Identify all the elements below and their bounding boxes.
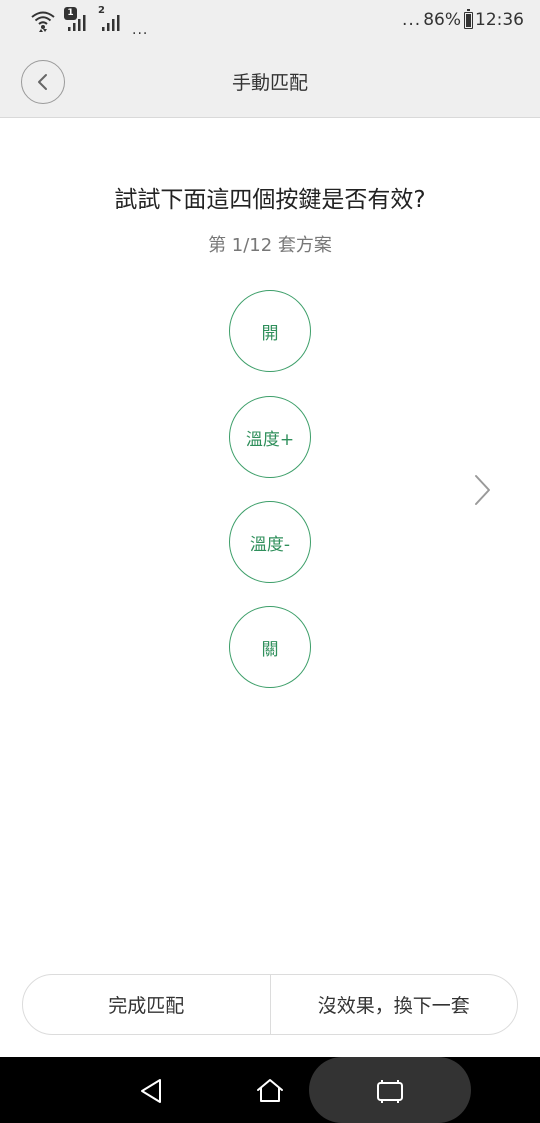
signal-sim1-icon: 1 <box>64 7 90 34</box>
next-set-button[interactable]: 沒效果，換下一套 <box>271 975 518 1034</box>
wifi-icon <box>30 8 56 34</box>
clock: 12:36 <box>475 10 524 30</box>
recents-icon <box>377 1080 403 1103</box>
nav-back-button[interactable] <box>136 1074 170 1108</box>
header: 手動匹配 <box>0 44 540 118</box>
status-bar: 1 2 ... ... 86% 12:36 <box>0 0 540 44</box>
key-temp-up[interactable]: 溫度+ <box>229 396 311 478</box>
signal-sim2-icon: 2 <box>98 5 124 34</box>
key-temp-down[interactable]: 溫度- <box>229 501 311 583</box>
battery-icon <box>464 8 473 29</box>
key-power-off[interactable]: 關 <box>229 606 311 688</box>
scheme-counter: 第 1/12 套方案 <box>208 235 332 256</box>
status-right: ... 86% 12:36 <box>401 8 524 30</box>
triangle-back-icon <box>141 1079 161 1103</box>
nav-home-button[interactable] <box>253 1074 287 1108</box>
notification-dots: ... <box>132 22 149 38</box>
next-scheme-button[interactable] <box>470 472 494 508</box>
bottom-action-bar: 完成匹配 沒效果，換下一套 <box>22 974 518 1035</box>
sim1-badge: 1 <box>64 7 77 20</box>
nav-recents-button[interactable] <box>373 1074 407 1108</box>
done-match-button[interactable]: 完成匹配 <box>23 975 270 1034</box>
home-icon <box>257 1079 283 1102</box>
system-nav-bar <box>0 1057 540 1123</box>
status-more-dots: ... <box>401 10 422 30</box>
top-bar: 1 2 ... ... 86% 12:36 手動匹配 <box>0 0 540 118</box>
page-title: 手動匹配 <box>231 72 308 94</box>
status-left-icons: 1 2 <box>30 5 132 38</box>
key-power-on[interactable]: 開 <box>229 290 311 372</box>
chevron-right-icon <box>475 475 490 505</box>
battery-percent: 86% <box>423 10 461 30</box>
question-text: 試試下面這四個按鍵是否有效? <box>114 187 426 213</box>
sim2-label: 2 <box>98 5 105 16</box>
